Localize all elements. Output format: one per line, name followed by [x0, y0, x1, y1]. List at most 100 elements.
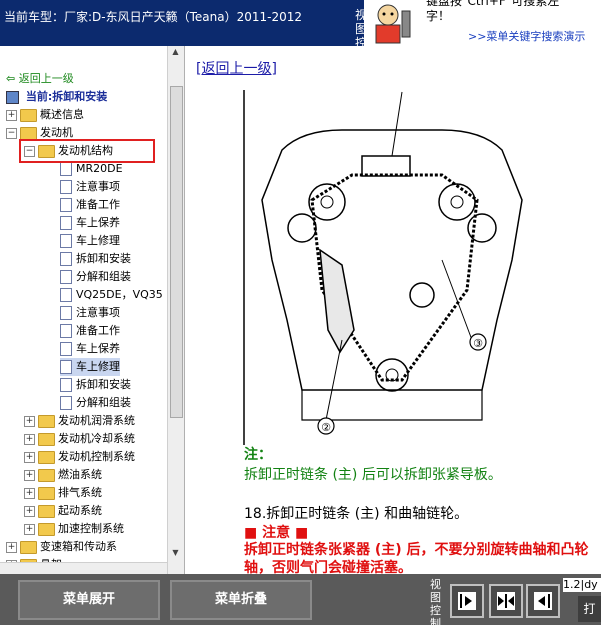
- folder-icon: [38, 450, 55, 464]
- folder-open-icon: [20, 126, 37, 140]
- caution-heading: ■ 注意 ■: [244, 525, 309, 541]
- split-arrows-icon: [497, 592, 515, 610]
- highlight-annotation-box: [19, 139, 155, 163]
- tree-item-fuel[interactable]: + 燃油系统: [24, 466, 102, 484]
- tree-item-preparation-2[interactable]: 准备工作: [60, 322, 120, 340]
- tree-item-precautions[interactable]: 注意事项: [60, 178, 120, 196]
- folder-icon: [38, 522, 55, 536]
- caution-text: 拆卸正时链条张紧器 (主) 后，不要分别旋转曲轴和凸轮轴，否则气门会碰撞活塞。: [244, 542, 589, 574]
- tree-item-precautions-2[interactable]: 注意事项: [60, 304, 120, 322]
- folder-icon: [38, 432, 55, 446]
- expand-icon[interactable]: +: [24, 433, 35, 445]
- tree-item-transmission[interactable]: + 变速箱和传动系: [6, 538, 117, 556]
- document-icon: [60, 378, 72, 392]
- search-demo-link[interactable]: >>菜单关键字搜索演示: [468, 28, 585, 44]
- expand-icon[interactable]: +: [24, 415, 35, 427]
- scroll-thumb[interactable]: [170, 86, 183, 418]
- expand-icon[interactable]: +: [6, 109, 17, 121]
- search-tip-text: 键盘按"Ctrl+F"可搜索左 字！: [426, 0, 601, 24]
- document-icon: [60, 306, 72, 320]
- tree-item-label: 发动机: [40, 126, 73, 139]
- tree-item-maintenance[interactable]: 车上保养: [60, 214, 120, 232]
- bottom-toolbar: 菜单展开 菜单折叠 视图控制 1.2|dy 打: [0, 574, 601, 630]
- tree-item-label: 发动机控制系统: [58, 450, 135, 463]
- tree-item-starting[interactable]: + 起动系统: [24, 502, 102, 520]
- tree-item-maintenance-2[interactable]: 车上保养: [60, 340, 120, 358]
- tree-item-lubrication[interactable]: + 发动机润滑系统: [24, 412, 135, 430]
- tree-item-removal-2[interactable]: 拆卸和安装: [60, 376, 131, 394]
- tree-item-label: 拆卸和安装: [76, 378, 131, 391]
- back-link[interactable]: [返回上一级]: [196, 58, 277, 78]
- expand-icon[interactable]: +: [24, 523, 35, 535]
- tree-item-label: VQ25DE，VQ35: [76, 288, 163, 301]
- arrow-right-icon: [458, 592, 476, 610]
- vehicle-title: 当前车型：厂家:D-东风日产天籁（Teana）2011-2012: [4, 10, 303, 24]
- tree-item-exhaust[interactable]: + 排气系统: [24, 484, 102, 502]
- back-arrow-icon: ⇦: [6, 72, 16, 85]
- menu-expand-button[interactable]: 菜单展开: [18, 580, 160, 620]
- document-icon: [60, 342, 72, 356]
- tree-item-disassembly[interactable]: 分解和组装: [60, 268, 131, 286]
- tree-item-label: 车上保养: [76, 216, 120, 229]
- view-left-button[interactable]: [450, 584, 484, 618]
- document-icon: [60, 360, 72, 374]
- tree-item-label: 发动机冷却系统: [58, 432, 135, 445]
- tree-item-accel[interactable]: + 加速控制系统: [24, 520, 124, 538]
- tree-item-removal[interactable]: 拆卸和安装: [60, 250, 131, 268]
- view-right-button[interactable]: [526, 584, 560, 618]
- tree-item-label: 准备工作: [76, 198, 120, 211]
- tree-item-label: 起动系统: [58, 504, 102, 517]
- print-button[interactable]: 打: [578, 596, 601, 622]
- tree-item-label: 车上保养: [76, 342, 120, 355]
- note-heading: 注：: [244, 447, 272, 463]
- search-tip-line1: 键盘按"Ctrl+F"可搜索左: [426, 0, 560, 8]
- menu-collapse-button[interactable]: 菜单折叠: [170, 580, 312, 620]
- tree-item-vq25de[interactable]: VQ25DE，VQ35: [60, 286, 163, 304]
- document-icon: [60, 324, 72, 338]
- folder-icon: [20, 108, 37, 122]
- content-pane: [返回上一级] ② ③ 注： 拆卸正时链条 (主) 后可以拆卸张紧导板。 18.…: [188, 46, 601, 574]
- tree-back-item[interactable]: ⇦ 返回上一级: [6, 70, 74, 88]
- expand-icon[interactable]: +: [24, 451, 35, 463]
- document-icon: [60, 198, 72, 212]
- tree-back-label: 返回上一级: [18, 72, 74, 85]
- timing-chain-diagram: ② ③: [242, 90, 542, 445]
- expand-icon[interactable]: +: [24, 487, 35, 499]
- expand-icon[interactable]: +: [24, 505, 35, 517]
- tree-item-repair-2-selected[interactable]: 车上修理: [60, 358, 120, 376]
- tree-current-item: 当前:拆卸和安装: [6, 88, 107, 106]
- tree-item-label: 燃油系统: [58, 468, 102, 481]
- folder-icon: [38, 414, 55, 428]
- tree-item-disassembly-2[interactable]: 分解和组装: [60, 394, 131, 412]
- tree-item-label: 加速控制系统: [58, 522, 124, 535]
- tree-item-cooling[interactable]: + 发动机冷却系统: [24, 430, 135, 448]
- folder-icon: [38, 486, 55, 500]
- mascot-icon: [375, 4, 411, 44]
- expand-icon[interactable]: +: [6, 541, 17, 553]
- folder-icon: [20, 540, 37, 554]
- document-icon: [60, 216, 72, 230]
- page-indicator: 1.2|dy: [563, 578, 601, 592]
- tree-item-overview[interactable]: + 概述信息: [6, 106, 84, 124]
- tree-item-label: 拆卸和安装: [76, 252, 131, 265]
- callout-2: ②: [321, 421, 331, 434]
- step-text: 18.拆卸正时链条 (主) 和曲轴链轮。: [244, 506, 469, 522]
- tree-item-control[interactable]: + 发动机控制系统: [24, 448, 135, 466]
- scroll-down-icon[interactable]: ▼: [170, 548, 181, 560]
- collapse-icon[interactable]: −: [6, 127, 17, 139]
- document-icon: [60, 270, 72, 284]
- tree-item-label: 发动机润滑系统: [58, 414, 135, 427]
- document-icon: [60, 180, 72, 194]
- document-icon: [60, 234, 72, 248]
- tree-vertical-scrollbar[interactable]: ▲ ▼: [167, 46, 184, 574]
- view-control-label: 视图控制: [430, 578, 441, 630]
- tree-item-label: 注意事项: [76, 306, 120, 319]
- scroll-up-icon[interactable]: ▲: [170, 47, 181, 59]
- tree-item-repair[interactable]: 车上修理: [60, 232, 120, 250]
- document-icon: [60, 252, 72, 266]
- view-split-button[interactable]: [489, 584, 523, 618]
- tree-item-label: 车上修理: [76, 360, 120, 373]
- expand-icon[interactable]: +: [24, 469, 35, 481]
- tree-item-preparation[interactable]: 准备工作: [60, 196, 120, 214]
- tree-item-label: 分解和组装: [76, 396, 131, 409]
